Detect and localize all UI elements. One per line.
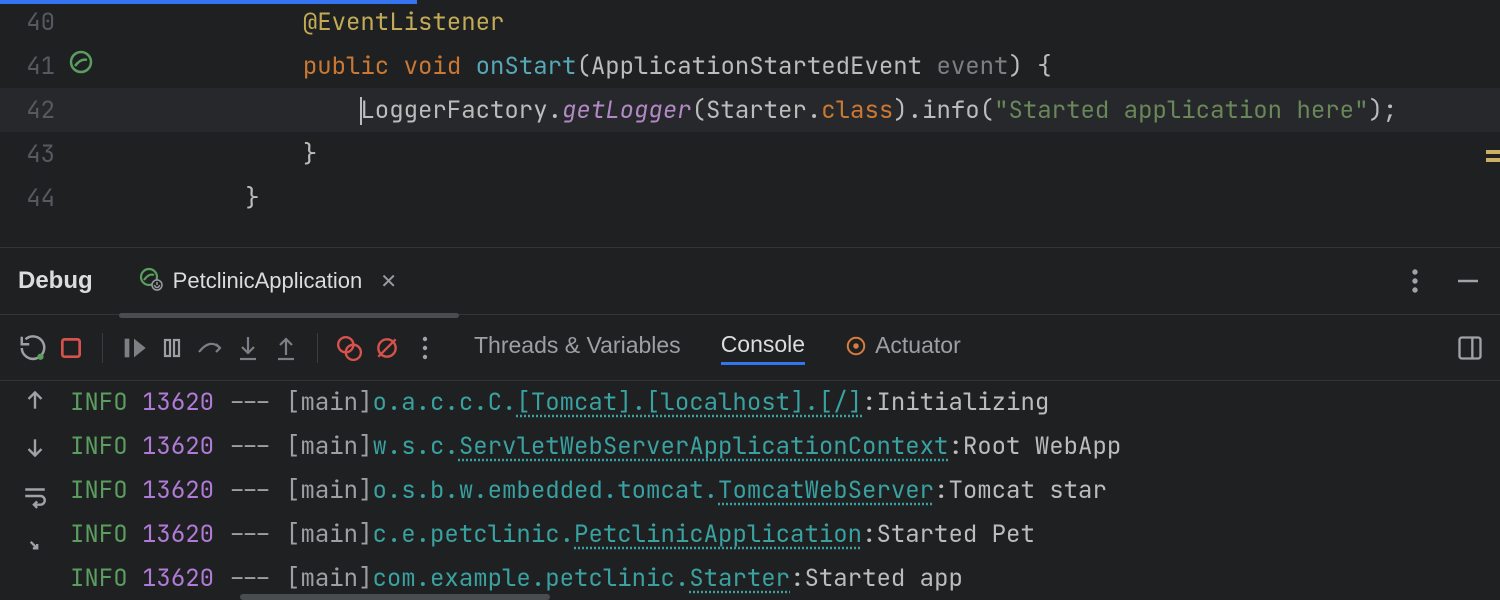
toolbar-divider bbox=[317, 333, 318, 363]
tab-console[interactable]: Console bbox=[721, 331, 805, 365]
scroll-down-button[interactable] bbox=[22, 435, 48, 461]
toolbar-divider bbox=[102, 333, 103, 363]
actuator-icon bbox=[845, 335, 867, 357]
code-line-current[interactable]: 42 LoggerFactory.getLogger(Starter.class… bbox=[0, 88, 1500, 132]
log-line[interactable]: INFO 13620 --- [ main] o.s.b.w.embedded.… bbox=[70, 469, 1500, 513]
rerun-button[interactable] bbox=[16, 331, 50, 365]
tab-threads-variables[interactable]: Threads & Variables bbox=[474, 332, 681, 363]
log-line[interactable]: INFO 13620 --- [ main] o.a.c.c.C.[Tomcat… bbox=[70, 381, 1500, 425]
code-line[interactable]: 40 @EventListener bbox=[0, 0, 1500, 44]
mute-breakpoints-button[interactable] bbox=[370, 331, 404, 365]
console-expand-button[interactable] bbox=[22, 531, 48, 557]
debug-toolbar: Threads & Variables Console Actuator bbox=[0, 314, 1500, 380]
code-content[interactable]: @EventListener bbox=[130, 7, 504, 38]
code-content[interactable]: public void onStart(ApplicationStartedEv… bbox=[130, 51, 1052, 82]
stop-button[interactable] bbox=[54, 331, 88, 365]
line-number: 43 bbox=[0, 139, 65, 170]
line-number: 44 bbox=[0, 183, 65, 214]
run-config-name: PetclinicApplication bbox=[173, 268, 363, 294]
layout-settings-button[interactable] bbox=[1456, 334, 1484, 362]
progress-bar bbox=[0, 0, 417, 4]
scroll-up-button[interactable] bbox=[22, 387, 48, 413]
tab-scrollbar[interactable] bbox=[119, 313, 459, 318]
code-editor[interactable]: 40 @EventListener 41 public void onStart… bbox=[0, 0, 1500, 247]
line-number: 41 bbox=[0, 51, 65, 82]
console-panel: INFO 13620 --- [ main] o.a.c.c.C.[Tomcat… bbox=[0, 380, 1500, 600]
minimize-button[interactable] bbox=[1454, 267, 1482, 295]
code-content[interactable]: LoggerFactory.getLogger(Starter.class).i… bbox=[130, 95, 1397, 126]
view-breakpoints-button[interactable] bbox=[332, 331, 366, 365]
code-line[interactable]: 41 public void onStart(ApplicationStarte… bbox=[0, 44, 1500, 88]
code-line[interactable]: 44 } bbox=[0, 176, 1500, 220]
code-content[interactable]: } bbox=[130, 183, 260, 214]
minimap-warning-mark[interactable] bbox=[1486, 150, 1500, 154]
console-output[interactable]: INFO 13620 --- [ main] o.a.c.c.C.[Tomcat… bbox=[70, 381, 1500, 600]
code-line[interactable]: 43 } bbox=[0, 132, 1500, 176]
minimap-warning-mark[interactable] bbox=[1486, 158, 1500, 162]
gutter[interactable] bbox=[65, 50, 130, 82]
console-sidebar bbox=[0, 381, 70, 600]
run-config-tab[interactable]: PetclinicApplication ✕ bbox=[129, 261, 407, 302]
pause-button[interactable] bbox=[155, 331, 189, 365]
horizontal-scrollbar[interactable] bbox=[240, 594, 550, 600]
line-number: 40 bbox=[0, 7, 65, 38]
debug-panel-title: Debug bbox=[18, 267, 93, 295]
log-line[interactable]: INFO 13620 --- [ main] w.s.c.ServletWebS… bbox=[70, 425, 1500, 469]
close-tab-button[interactable]: ✕ bbox=[380, 269, 397, 294]
debug-panel-header: Debug PetclinicApplication ✕ bbox=[0, 247, 1500, 314]
log-line[interactable]: INFO 13620 --- [ main] c.e.petclinic.Pet… bbox=[70, 513, 1500, 557]
line-number: 42 bbox=[0, 95, 65, 126]
more-options-button[interactable] bbox=[1406, 268, 1424, 294]
soft-wrap-button[interactable] bbox=[22, 483, 48, 509]
step-out-button[interactable] bbox=[269, 331, 303, 365]
code-content[interactable]: } bbox=[130, 139, 317, 170]
step-over-button[interactable] bbox=[193, 331, 227, 365]
resume-button[interactable] bbox=[117, 331, 151, 365]
step-into-button[interactable] bbox=[231, 331, 265, 365]
debug-more-button[interactable] bbox=[408, 331, 442, 365]
spring-bean-icon[interactable] bbox=[69, 50, 93, 82]
debug-tabs: Threads & Variables Console Actuator bbox=[474, 331, 961, 365]
spring-run-icon bbox=[139, 267, 163, 296]
tab-actuator[interactable]: Actuator bbox=[845, 332, 961, 363]
